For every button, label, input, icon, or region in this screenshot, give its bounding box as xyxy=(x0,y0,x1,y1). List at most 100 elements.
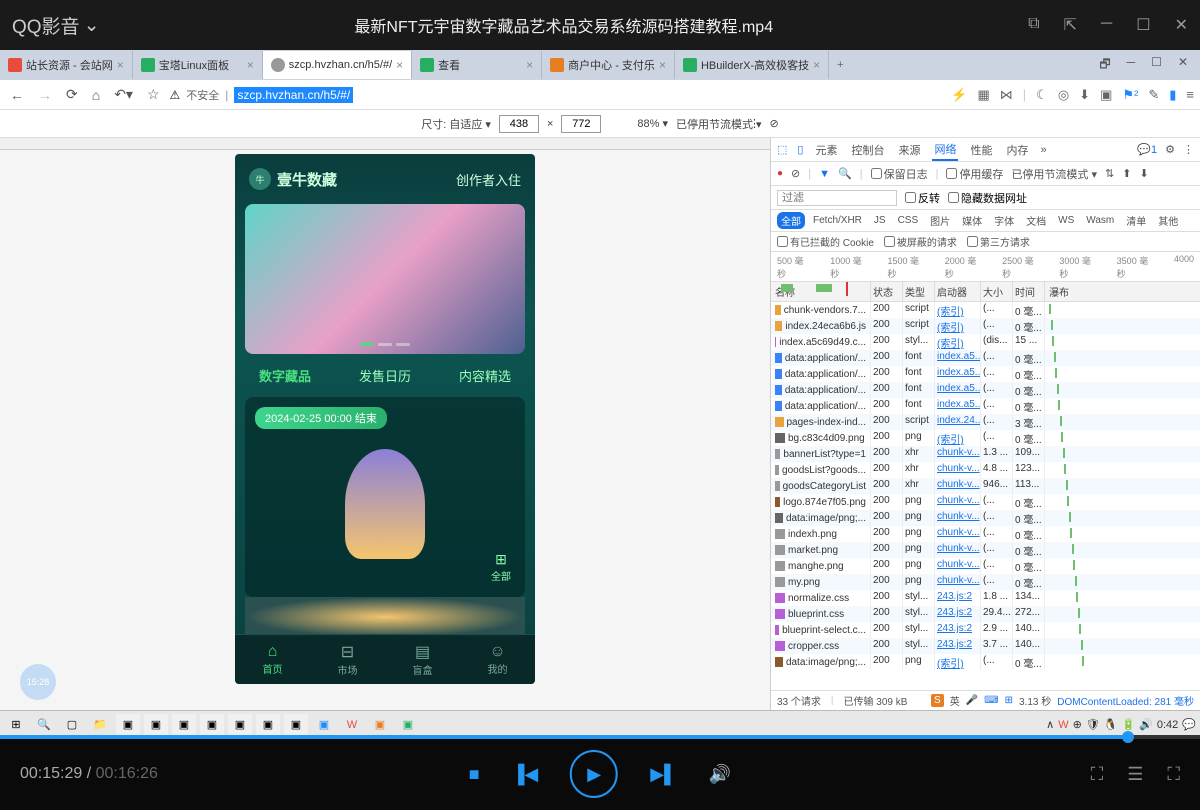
network-row[interactable]: market.png200pngchunk-v...(...0 毫... xyxy=(771,542,1200,558)
network-row[interactable]: data:application/...200fontindex.a5...(.… xyxy=(771,350,1200,366)
taskbar-app[interactable]: ▣ xyxy=(144,714,168,736)
browser-tab[interactable]: 查看× xyxy=(412,51,542,79)
network-row[interactable]: index.24eca6b6.js200script(索引)(...0 毫... xyxy=(771,318,1200,334)
network-row[interactable]: data:application/...200fontindex.a5...(.… xyxy=(771,366,1200,382)
playlist-button[interactable]: ☰ xyxy=(1127,764,1143,785)
network-row[interactable]: bg.c83c4d09.png200png(索引)(...0 毫... xyxy=(771,430,1200,446)
download-icon[interactable]: ⬇ xyxy=(1139,167,1148,180)
type-filter[interactable]: Fetch/XHR xyxy=(809,214,866,227)
more-icon[interactable]: ⋮ xyxy=(749,117,760,130)
inspect-icon[interactable]: ⬚ xyxy=(777,143,787,156)
app-name[interactable]: QQ影音⌄ xyxy=(12,12,99,39)
network-row[interactable]: bannerList?type=1200xhrchunk-v...1.3 ...… xyxy=(771,446,1200,462)
tab-close-icon[interactable]: × xyxy=(117,58,124,72)
type-filter[interactable]: 其他 xyxy=(1154,212,1182,229)
pip-icon[interactable]: ⧉ xyxy=(1028,15,1039,35)
snapshot-button[interactable]: ⛶ xyxy=(1091,764,1104,785)
timeline[interactable]: 500 毫秒1000 毫秒1500 毫秒2000 毫秒2500 毫秒3000 毫… xyxy=(771,252,1200,282)
network-row[interactable]: goodsList?goods...200xhrchunk-v...4.8 ..… xyxy=(771,462,1200,478)
next-button[interactable]: ▶▌ xyxy=(650,764,677,785)
camera-icon[interactable]: ◎ xyxy=(1058,87,1069,103)
tray-icon[interactable]: 🐧 xyxy=(1104,718,1118,731)
volume-button[interactable]: 🔊 xyxy=(709,764,731,785)
settings-icon[interactable]: ⚙ xyxy=(1165,143,1175,156)
taskbar-app[interactable]: ▣ xyxy=(368,714,392,736)
size-selector[interactable]: 尺寸: 自适应 ▾ xyxy=(421,116,491,132)
nav-blindbox[interactable]: ▤盲盒 xyxy=(413,642,433,677)
third-party-checkbox[interactable]: 第三方请求 xyxy=(967,234,1030,249)
reload-button[interactable]: ⟳ xyxy=(62,84,82,105)
tray-icon[interactable]: 🔋 xyxy=(1121,718,1135,731)
forward-button[interactable]: → xyxy=(34,85,56,105)
tray-icon[interactable]: 🔊 xyxy=(1139,718,1153,731)
undo-button[interactable]: ↶▾ xyxy=(110,84,137,105)
hide-data-checkbox[interactable]: 隐藏数据网址 xyxy=(948,190,1027,206)
preserve-log-checkbox[interactable]: 保留日志 xyxy=(871,166,928,182)
new-tab-button[interactable]: + xyxy=(829,59,851,71)
search-button[interactable]: 🔍 xyxy=(32,714,56,736)
inner-restore-icon[interactable]: 🗗 xyxy=(1095,53,1114,78)
blocked-req-checkbox[interactable]: 被屏蔽的请求 xyxy=(884,234,957,249)
star-icon[interactable]: ☆ xyxy=(143,84,164,105)
inner-close-icon[interactable]: ✕ xyxy=(1174,53,1192,78)
browser-tab[interactable]: 宝塔Linux面板× xyxy=(133,51,263,79)
browser-tab[interactable]: 商户中心 - 支付乐× xyxy=(542,51,675,79)
back-button[interactable]: ← xyxy=(6,85,28,105)
network-row[interactable]: chunk-vendors.7...200script(索引)(...0 毫..… xyxy=(771,302,1200,318)
network-row[interactable]: data:image/png;...200pngchunk-v...(...0 … xyxy=(771,510,1200,526)
start-button[interactable]: ⊞ xyxy=(4,714,28,736)
messages-icon[interactable]: 💬1 xyxy=(1137,143,1157,156)
network-row[interactable]: cropper.css200styl...243.js:23.7 ...140.… xyxy=(771,638,1200,654)
disable-cache-checkbox[interactable]: 停用缓存 xyxy=(946,166,1003,182)
invert-checkbox[interactable]: 反转 xyxy=(905,190,940,206)
tab-close-icon[interactable]: × xyxy=(396,58,403,72)
url-field[interactable]: ⚠ 不安全 | szcp.hvzhan.cn/h5/#/ xyxy=(170,87,946,103)
translate-icon[interactable]: ⋈ xyxy=(1000,87,1013,103)
inner-minimize-icon[interactable]: ─ xyxy=(1123,53,1140,78)
type-filter[interactable]: 媒体 xyxy=(958,212,986,229)
search-icon[interactable]: 🔍 xyxy=(838,167,852,180)
minimize-icon[interactable]: ─ xyxy=(1101,15,1112,35)
clear-icon[interactable]: ⊘ xyxy=(791,167,800,180)
explorer-icon[interactable]: 📁 xyxy=(88,714,112,736)
taskbar-app[interactable]: ▣ xyxy=(172,714,196,736)
no-signal-icon[interactable]: ⊘ xyxy=(770,117,779,130)
network-row[interactable]: data:application/...200fontindex.a5...(.… xyxy=(771,382,1200,398)
type-filter[interactable]: 图片 xyxy=(926,212,954,229)
tray-icon[interactable]: 🛡 xyxy=(1086,718,1100,731)
browser-tab[interactable]: 站长资源 - 会站网× xyxy=(0,51,133,79)
taskbar-app[interactable]: ▣ xyxy=(228,714,252,736)
progress-bar[interactable] xyxy=(0,735,1200,739)
menu-icon[interactable]: ≡ xyxy=(1186,87,1194,103)
tab-close-icon[interactable]: × xyxy=(247,58,254,72)
notifications-icon[interactable]: 💬 xyxy=(1182,718,1196,731)
taskbar-app[interactable]: W xyxy=(340,714,364,736)
progress-thumb[interactable] xyxy=(1122,731,1134,743)
close-icon[interactable]: ✕ xyxy=(1175,15,1188,35)
mic-icon[interactable]: 🎤 xyxy=(966,695,978,706)
network-row[interactable]: data:application/...200fontindex.a5...(.… xyxy=(771,398,1200,414)
dt-tab-memory[interactable]: 内存 xyxy=(1004,140,1030,160)
device-icon[interactable]: ▯ xyxy=(797,143,803,156)
network-row[interactable]: blueprint.css200styl...243.js:229.4...27… xyxy=(771,606,1200,622)
home-button[interactable]: ⌂ xyxy=(88,85,104,105)
network-row[interactable]: blueprint-select.c...200styl...243.js:22… xyxy=(771,622,1200,638)
wifi-icon[interactable]: ⇅ xyxy=(1105,167,1114,180)
dt-throttle-select[interactable]: 已停用节流模式 ▾ xyxy=(1011,166,1097,182)
type-filter[interactable]: Wasm xyxy=(1082,214,1118,227)
type-filter[interactable]: JS xyxy=(870,214,890,227)
dt-tab-elements[interactable]: 元素 xyxy=(813,140,839,160)
nav-mine[interactable]: ☺我的 xyxy=(488,643,508,676)
dt-more-icon[interactable]: ⋮ xyxy=(1183,143,1194,156)
type-filter[interactable]: CSS xyxy=(894,214,923,227)
network-row[interactable]: logo.874e7f05.png200pngchunk-v...(...0 毫… xyxy=(771,494,1200,510)
moon-icon[interactable]: ☾ xyxy=(1036,87,1048,103)
tab-close-icon[interactable]: × xyxy=(659,58,666,72)
tray-icon[interactable]: W xyxy=(1058,719,1068,731)
taskbar-app[interactable]: ▣ xyxy=(116,714,140,736)
nft-card[interactable]: 2024-02-25 00:00 结束 ⊞全部 xyxy=(245,397,525,597)
stop-button[interactable]: ■ xyxy=(469,764,480,785)
taskbar-app[interactable]: ▣ xyxy=(256,714,280,736)
task-view-button[interactable]: ▢ xyxy=(60,714,84,736)
banner[interactable] xyxy=(245,204,525,354)
